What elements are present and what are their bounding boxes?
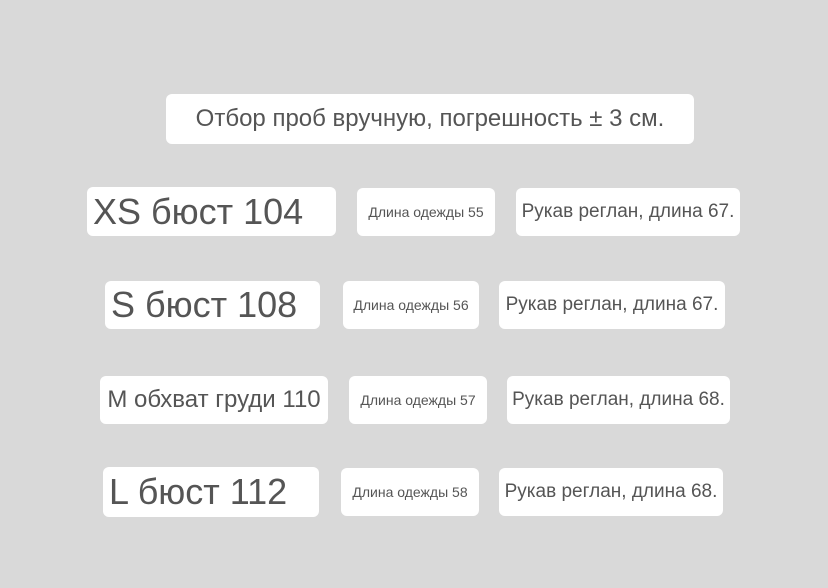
sleeve-length-l: Рукав реглан, длина 68. bbox=[499, 468, 723, 516]
garment-length-m: Длина одежды 57 bbox=[349, 376, 487, 424]
sleeve-length-m: Рукав реглан, длина 68. bbox=[507, 376, 730, 424]
garment-length-xs: Длина одежды 55 bbox=[357, 188, 495, 236]
measurement-note: Отбор проб вручную, погрешность ± 3 см. bbox=[166, 94, 694, 144]
page: { "note": "Отбор проб вручную, погрешнос… bbox=[0, 0, 828, 588]
sleeve-length-xs: Рукав реглан, длина 67. bbox=[516, 188, 740, 236]
size-label-l: L бюст 112 bbox=[103, 467, 319, 517]
size-label-xs: XS бюст 104 bbox=[87, 187, 336, 236]
garment-length-s: Длина одежды 56 bbox=[343, 281, 479, 329]
size-label-m: M обхват груди 110 bbox=[100, 376, 328, 424]
garment-length-l: Длина одежды 58 bbox=[341, 468, 479, 516]
sleeve-length-s: Рукав реглан, длина 67. bbox=[499, 281, 725, 329]
size-label-s: S бюст 108 bbox=[105, 281, 320, 329]
